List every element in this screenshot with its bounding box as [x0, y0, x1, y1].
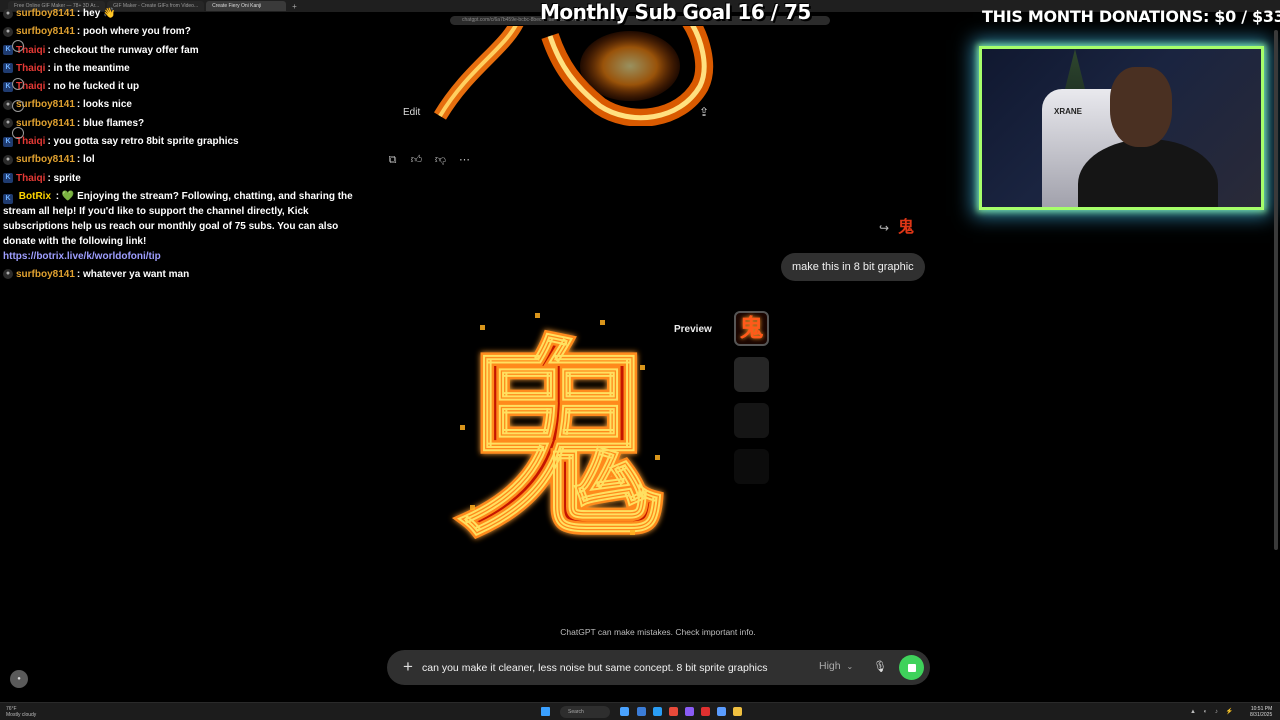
kick-badge-icon: K	[3, 136, 13, 147]
bot-badge-icon: K	[3, 193, 13, 204]
quality-label: High	[819, 660, 841, 672]
chat-username: surfboy8141	[16, 8, 75, 19]
folder-icon[interactable]	[733, 707, 742, 716]
user-badge-icon: ●	[3, 269, 13, 280]
chat-username: surfboy8141	[16, 26, 75, 38]
stream-chat: ● surfboy8141 : hey 👋 ● surfboy8141 : po…	[0, 6, 380, 285]
taskbar-search[interactable]: Search	[560, 706, 610, 718]
streamer-head	[1110, 67, 1172, 147]
kick-badge-icon: K	[3, 173, 13, 184]
chat-text: : blue flames?	[76, 117, 145, 129]
user-badge-icon: ●	[3, 154, 13, 165]
chat-text: : whatever ya want man	[76, 268, 190, 280]
preview-thumb[interactable]	[734, 357, 769, 392]
tip-link[interactable]: https://botrix.live/k/worldofoni/tip	[3, 249, 372, 264]
webcam-feed: XRANE	[979, 46, 1264, 210]
stop-button[interactable]	[899, 655, 924, 680]
chat-text: : pooh where you from?	[76, 26, 191, 38]
kick-badge-icon: K	[3, 63, 13, 74]
chat-message: ● surfboy8141 : blue flames?	[0, 116, 380, 134]
chat-message: K Thaiqi : checkout the runway offer fam	[0, 43, 380, 61]
bot-message: K BotRix : 💚 Enjoying the stream? Follow…	[0, 189, 372, 264]
user-badge-icon: ●	[3, 118, 13, 129]
generated-image[interactable]: 鬼 鬼	[440, 305, 680, 545]
weather-widget[interactable]: 76°F Mostly cloudy	[6, 706, 36, 718]
chat-text: : sprite	[47, 172, 81, 184]
message-actions: ⧉ 👍︎ 👎︎ ⋯	[386, 154, 471, 167]
sub-goal-banner: Monthly Sub Goal 16 / 75	[540, 0, 811, 24]
share-icon[interactable]: ⇪	[697, 105, 711, 119]
chat-text: : hey 👋	[76, 8, 116, 19]
user-badge-icon: ●	[3, 26, 13, 37]
chat-text: : in the meantime	[47, 62, 130, 74]
chevron-down-icon: ⌄	[846, 662, 854, 671]
edit-image-button[interactable]: Edit	[403, 107, 420, 118]
chat-username: surfboy8141	[16, 268, 75, 280]
prompt-input[interactable]	[422, 658, 802, 677]
quality-select[interactable]: High ⌄	[819, 660, 853, 672]
preview-thumb[interactable]	[734, 403, 769, 438]
system-tray[interactable]: ▲ ◐ ♪ ⚡	[1190, 708, 1236, 715]
chat-message: K Thaiqi : no he fucked it up	[0, 79, 380, 97]
chat-text: : no he fucked it up	[47, 81, 140, 93]
composer: + High ⌄ 🎙︎	[387, 650, 930, 685]
chat-text: : checkout the runway offer fam	[47, 44, 199, 56]
avatar[interactable]: ●	[10, 670, 28, 688]
preview-thumb[interactable]	[734, 449, 769, 484]
chat-username: surfboy8141	[16, 99, 75, 111]
chat-message: ● surfboy8141 : lol	[0, 152, 380, 170]
chat-message: ● surfboy8141 : pooh where you from?	[0, 24, 380, 42]
reply-arrow-icon: ↪	[879, 221, 890, 235]
plus-icon[interactable]: +	[398, 657, 418, 677]
mic-icon[interactable]: 🎙︎	[873, 659, 887, 675]
chair-logo: XRANE	[1054, 107, 1083, 116]
explorer-icon[interactable]	[637, 707, 646, 716]
chat-message: K Thaiqi : sprite	[0, 171, 380, 189]
user-message-bubble: make this in 8 bit graphic	[781, 253, 925, 281]
obs-icon[interactable]	[701, 707, 710, 716]
more-icon[interactable]: ⋯	[458, 154, 471, 167]
chat-message: ● surfboy8141 : whatever ya want man	[0, 267, 380, 285]
edge-icon[interactable]	[653, 707, 662, 716]
disclaimer: ChatGPT can make mistakes. Check importa…	[560, 627, 756, 637]
donations-banner: THIS MONTH DONATIONS: $0 / $333	[982, 7, 1280, 26]
chat-message: K Thaiqi : in the meantime	[0, 61, 380, 79]
chat-message: ● surfboy8141 : looks nice	[0, 97, 380, 115]
chat-text: : you gotta say retro 8bit sprite graphi…	[47, 136, 239, 148]
new-chat-icon[interactable]	[12, 78, 24, 90]
oni-kanji-highlight: 鬼	[455, 320, 665, 545]
app-icon[interactable]	[685, 707, 694, 716]
clock[interactable]: 10:51 PM 8/31/2025	[1250, 706, 1272, 718]
scrollbar[interactable]	[1274, 30, 1278, 550]
thumbs-up-icon[interactable]: 👍︎	[410, 154, 423, 167]
clock-date: 8/31/2025	[1250, 712, 1273, 718]
app-icon[interactable]	[717, 707, 726, 716]
chat-username: BotRix	[18, 190, 52, 202]
chat-username: surfboy8141	[16, 117, 75, 129]
taskview-icon[interactable]	[620, 707, 629, 716]
previous-generated-image[interactable]	[400, 26, 720, 126]
attached-image-thumb[interactable]: 鬼	[896, 218, 916, 238]
library-icon[interactable]	[12, 127, 24, 139]
chat-text: : looks nice	[76, 99, 132, 111]
preview-thumb-selected[interactable]: 鬼	[734, 311, 769, 346]
taskbar: 76°F Mostly cloudy Search ▲ ◐ ♪ ⚡ 10:51 …	[0, 702, 1280, 720]
chat-username: surfboy8141	[16, 154, 75, 166]
chat-username: Thaiqi	[16, 172, 46, 184]
windows-start-icon[interactable]	[541, 707, 550, 716]
chat-username: Thaiqi	[16, 62, 46, 74]
chat-text: : lol	[76, 154, 95, 166]
chat-message: ● surfboy8141 : hey 👋	[0, 6, 380, 24]
chat-message: K Thaiqi : you gotta say retro 8bit spri…	[0, 134, 380, 152]
chat-text: : 💚 Enjoying the stream? Following, chat…	[3, 190, 353, 247]
sidebar-toggle-icon[interactable]	[12, 40, 24, 52]
search-chats-icon[interactable]	[12, 100, 24, 112]
stop-icon	[907, 663, 916, 672]
user-badge-icon: ●	[3, 8, 13, 19]
chrome-icon[interactable]	[669, 707, 678, 716]
copy-icon[interactable]: ⧉	[386, 154, 399, 167]
thumbs-down-icon[interactable]: 👎︎	[434, 154, 447, 167]
weather-desc: Mostly cloudy	[6, 712, 37, 718]
